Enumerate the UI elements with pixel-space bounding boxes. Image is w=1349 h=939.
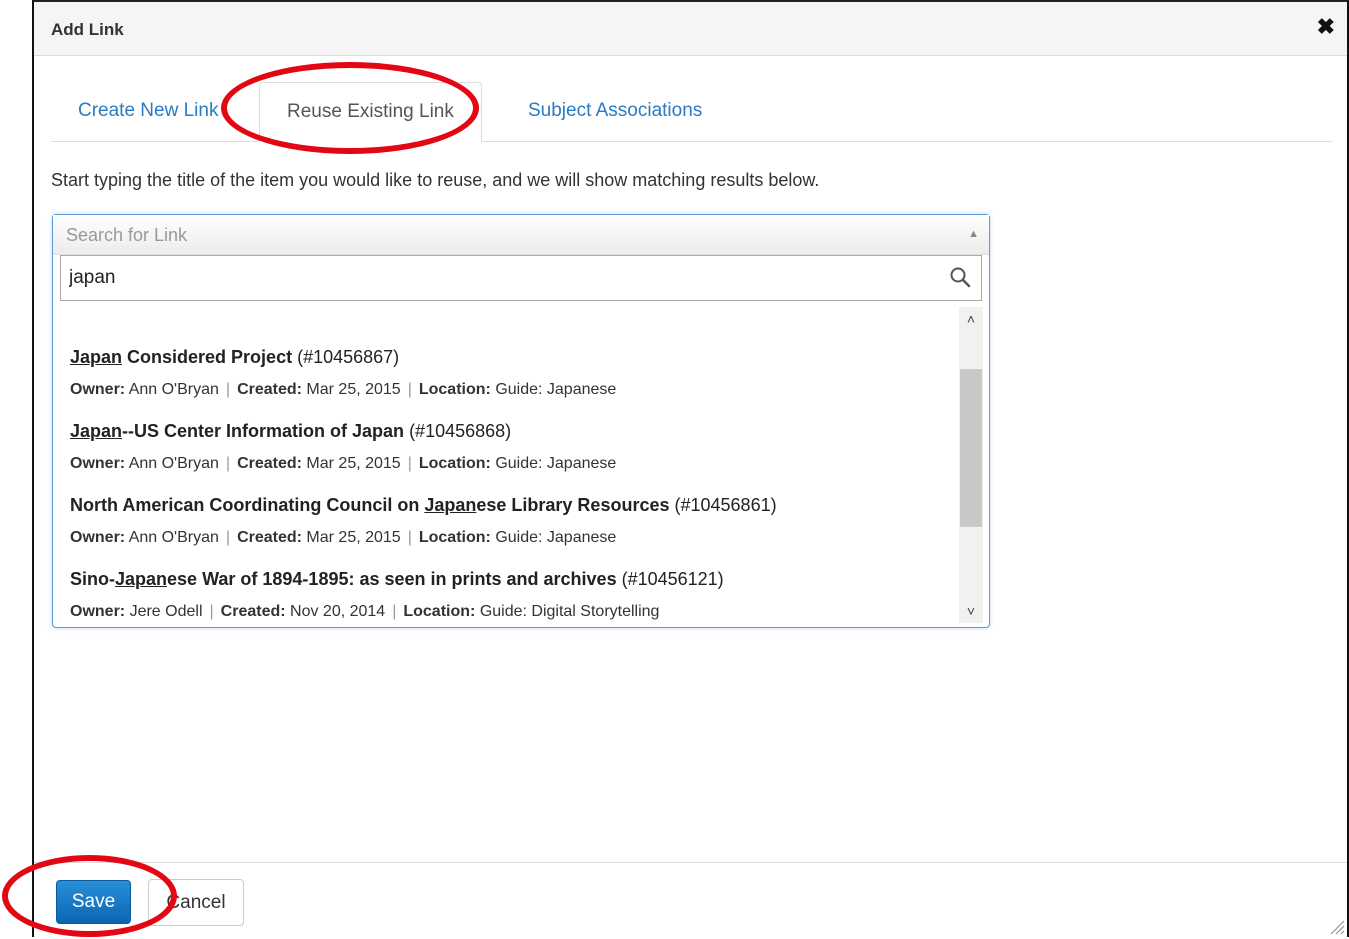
- result-title: Sino-Japanese War of 1894-1895: as seen …: [70, 569, 724, 589]
- scrollbar-thumb[interactable]: [960, 369, 982, 527]
- caret-up-icon[interactable]: ▲: [968, 228, 979, 240]
- instructions-text: Start typing the title of the item you w…: [51, 170, 820, 190]
- clipped-result-meta: Owner: Sue London | Created: Aug 4, 2014…: [70, 303, 668, 304]
- tab-create-new-link[interactable]: Create New Link: [51, 82, 245, 142]
- result-meta: Owner: Ann O'Bryan | Created: Mar 25, 2015…: [70, 381, 617, 398]
- clipped-result-row: Owner: Sue London | Created: Aug 4, 2014…: [70, 303, 668, 309]
- scroll-down-chevron-icon[interactable]: ˅: [959, 599, 983, 623]
- search-dropdown-placeholder: Search for Link: [66, 225, 188, 245]
- scroll-up-chevron-icon[interactable]: ˄: [959, 307, 983, 331]
- result-title: Japan Considered Project (#10456867): [70, 347, 400, 367]
- dialog-header: Add Link ✖: [34, 2, 1347, 56]
- dialog-title: Add Link: [51, 20, 124, 39]
- tab-subject-associations[interactable]: Subject Associations: [501, 82, 729, 142]
- magnifier-icon: [950, 267, 971, 288]
- result-item[interactable]: Sino-Japanese War of 1894-1895: as seen …: [70, 569, 950, 621]
- search-input[interactable]: [61, 256, 941, 300]
- resize-grip-icon[interactable]: [1329, 919, 1345, 935]
- search-input-wrapper: [60, 255, 982, 301]
- cancel-button[interactable]: Cancel: [148, 879, 244, 926]
- link-search-dropdown[interactable]: Search for Link ▲ Owner: Sue London | Cr…: [52, 214, 990, 628]
- result-title: Japan--US Center Information of Japan (#…: [70, 421, 512, 441]
- tab-bar: Create New Link Reuse Existing Link Subj…: [51, 82, 1332, 142]
- add-link-dialog: Add Link ✖ Create New Link Reuse Existin…: [32, 0, 1349, 937]
- result-item[interactable]: Japan Considered Project (#10456867) Own…: [70, 347, 950, 399]
- dialog-footer: Save Cancel: [34, 862, 1347, 937]
- close-icon[interactable]: ✖: [1317, 16, 1335, 38]
- result-item[interactable]: Japan--US Center Information of Japan (#…: [70, 421, 950, 473]
- save-button[interactable]: Save: [56, 880, 131, 924]
- search-dropdown-header[interactable]: Search for Link ▲: [53, 215, 989, 255]
- tab-reuse-existing-link[interactable]: Reuse Existing Link: [259, 82, 482, 142]
- result-meta: Owner: Ann O'Bryan | Created: Mar 25, 2015…: [70, 529, 617, 546]
- result-item[interactable]: North American Coordinating Council on J…: [70, 495, 950, 547]
- result-meta: Owner: Ann O'Bryan | Created: Mar 25, 2015…: [70, 455, 617, 472]
- results-scrollbar[interactable]: ˄ ˅: [959, 307, 983, 623]
- search-results-list: Owner: Sue London | Created: Aug 4, 2014…: [53, 303, 957, 623]
- result-title: North American Coordinating Council on J…: [70, 495, 777, 515]
- result-meta: Owner: Jere Odell | Created: Nov 20, 2014 |…: [70, 603, 660, 620]
